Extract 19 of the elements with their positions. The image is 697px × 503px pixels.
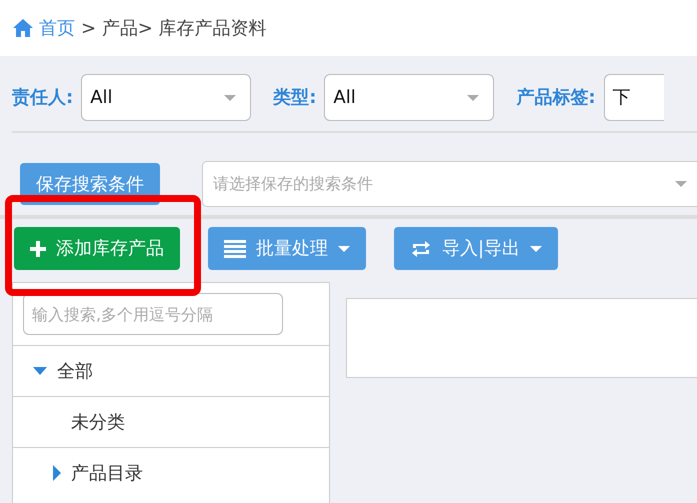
- breadcrumb-path: > 产品> 库存产品资料: [81, 16, 267, 40]
- filter-select[interactable]: 下: [604, 74, 664, 121]
- tree-item[interactable]: 未分类: [13, 396, 329, 447]
- swap-icon: [410, 240, 432, 258]
- caret-icon: [530, 246, 542, 252]
- filter-select[interactable]: All: [324, 74, 494, 121]
- list-icon: [224, 240, 246, 258]
- home-icon: [12, 18, 34, 38]
- filter-label: 产品标签:: [516, 86, 596, 110]
- filter-label: 类型:: [273, 86, 316, 110]
- tree-item[interactable]: 全部: [13, 345, 329, 396]
- tree-search-field[interactable]: 输入搜索,多个用逗号分隔: [23, 293, 283, 335]
- filter-select[interactable]: All: [81, 74, 252, 121]
- collapse-icon[interactable]: [33, 367, 47, 375]
- filter-label: 责任人:: [12, 86, 74, 110]
- expand-icon[interactable]: [53, 465, 61, 481]
- caret-icon: [338, 246, 350, 252]
- plus-icon: [30, 240, 46, 256]
- tree-item[interactable]: 产品目录: [13, 447, 329, 498]
